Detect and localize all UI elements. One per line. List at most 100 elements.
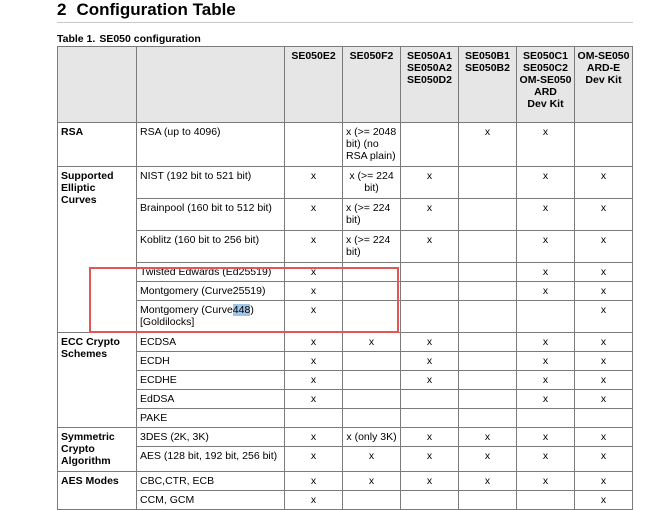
support-cell: x xyxy=(516,281,575,301)
support-cell xyxy=(458,332,517,352)
support-cell xyxy=(574,408,633,428)
support-cell: x xyxy=(400,471,459,491)
support-cell: x (>= 2048 bit) (no RSA plain) xyxy=(342,122,401,167)
support-cell: x xyxy=(284,389,343,409)
support-cell xyxy=(458,262,517,282)
group-label-line: RSA xyxy=(61,126,84,138)
support-cell: x (only 3K) xyxy=(342,427,401,447)
group-label-line: Crypto xyxy=(61,443,95,455)
support-cell: x xyxy=(516,446,575,472)
support-cell: x xyxy=(516,427,575,447)
header-row: SE050E2 SE050F2 SE050A1 SE050A2 SE050D2 SE050… xyxy=(57,46,633,123)
column-header-line: SE050A2 xyxy=(407,62,452,74)
table-row: Koblitz (160 bit to 256 bit) x x (>= 224 b… xyxy=(58,230,633,263)
feature-label: EdDSA xyxy=(136,389,285,409)
header-cell-feature xyxy=(136,46,285,123)
section-title: Configuration Table xyxy=(76,0,236,19)
group-label-line: Supported xyxy=(61,170,114,182)
support-cell: x xyxy=(574,262,633,282)
support-cell: x xyxy=(400,198,459,231)
support-cell xyxy=(342,262,401,282)
support-cell: x xyxy=(516,370,575,390)
table-row: ECC Crypto Schemes ECDSA x x x x x xyxy=(57,332,633,428)
support-cell: x xyxy=(284,427,343,447)
config-table: SE050E2 SE050F2 SE050A1 SE050A2 SE050D2 SE050… xyxy=(57,46,633,510)
table-caption-label: Table 1. xyxy=(57,33,96,45)
group-label-line: AES Modes xyxy=(61,475,119,487)
table-row: RSA RSA (up to 4096) x (>= 2048 bit) (no R… xyxy=(57,122,633,167)
section-number: 2 xyxy=(57,0,67,19)
support-cell xyxy=(458,166,517,199)
column-header-line: SE050F2 xyxy=(349,50,394,62)
column-header-line: SE050C1 xyxy=(523,50,568,62)
table-row: ECDHE x x x x xyxy=(58,370,633,390)
support-cell: x xyxy=(516,332,575,352)
support-cell xyxy=(458,408,517,428)
column-header-line: SE050B2 xyxy=(465,62,510,74)
support-cell: x xyxy=(516,166,575,199)
support-cell: x xyxy=(574,490,633,510)
support-cell: x xyxy=(574,198,633,231)
support-cell xyxy=(400,262,459,282)
support-cell: x xyxy=(458,122,517,167)
column-header-line: Dev Kit xyxy=(527,98,564,110)
table-row: CCM, GCM x x xyxy=(58,490,633,510)
table-row: EdDSA x x x xyxy=(58,389,633,409)
column-header: SE050B1 SE050B2 xyxy=(458,46,517,123)
feature-label: Montgomery (Curve448) [Goldilocks] xyxy=(136,300,285,333)
support-cell: x xyxy=(284,281,343,301)
support-cell: x xyxy=(574,351,633,371)
support-cell: x xyxy=(574,471,633,491)
support-cell: x xyxy=(574,332,633,352)
support-cell xyxy=(458,281,517,301)
support-cell: x xyxy=(342,332,401,352)
table-row: AES (128 bit, 192 bit, 256 bit) x x x x x x xyxy=(58,446,633,472)
support-cell xyxy=(458,300,517,333)
support-cell: x xyxy=(284,332,343,352)
group-label-line: Curves xyxy=(61,194,97,206)
support-cell: x xyxy=(516,471,575,491)
text-selection-highlight: 448 xyxy=(232,304,251,316)
support-cell xyxy=(400,490,459,510)
feature-label: 3DES (2K, 3K) xyxy=(136,427,285,447)
feature-label: Twisted Edwards (Ed25519) xyxy=(136,262,285,282)
group-label-line: Elliptic xyxy=(61,182,96,194)
support-cell: x xyxy=(400,370,459,390)
support-cell xyxy=(458,370,517,390)
table-row: Twisted Edwards (Ed25519) x x x xyxy=(58,262,633,282)
support-cell: x xyxy=(574,300,633,333)
support-cell: x xyxy=(400,166,459,199)
support-cell: x (>= 224 bit) xyxy=(342,230,401,263)
support-cell: x xyxy=(516,389,575,409)
support-cell: x xyxy=(400,332,459,352)
support-cell xyxy=(342,408,401,428)
support-cell: x (>= 224 bit) xyxy=(342,166,401,199)
table-row: AES Modes CBC,CTR, ECB x x x x x x xyxy=(57,471,633,510)
feature-label: ECDHE xyxy=(136,370,285,390)
support-cell: x xyxy=(516,122,575,167)
table-row: ECDH x x x x xyxy=(58,351,633,371)
group-label: RSA xyxy=(57,122,137,167)
support-cell: x xyxy=(284,351,343,371)
support-cell xyxy=(400,300,459,333)
group-label-line: ECC Crypto xyxy=(61,336,120,348)
support-cell: x xyxy=(516,262,575,282)
support-cell xyxy=(342,300,401,333)
group-label-line: Schemes xyxy=(61,348,108,360)
column-header: SE050E2 xyxy=(284,46,343,123)
support-cell: x xyxy=(574,446,633,472)
support-cell xyxy=(458,198,517,231)
header-cell-group xyxy=(57,46,137,123)
table-row: Montgomery (Curve25519) x x x xyxy=(58,281,633,301)
support-cell xyxy=(516,490,575,510)
group-label: Symmetric Crypto Algorithm xyxy=(57,427,137,472)
feature-label: ECDH xyxy=(136,351,285,371)
support-cell: x xyxy=(458,446,517,472)
table-row: PAKE xyxy=(58,408,633,428)
support-cell: x xyxy=(574,389,633,409)
support-cell xyxy=(342,281,401,301)
support-cell: x xyxy=(284,370,343,390)
support-cell: x xyxy=(284,198,343,231)
table-row: Montgomery (Curve448) [Goldilocks] x x xyxy=(58,300,633,333)
table-header: SE050E2 SE050F2 SE050A1 SE050A2 SE050D2 SE050… xyxy=(57,46,633,123)
